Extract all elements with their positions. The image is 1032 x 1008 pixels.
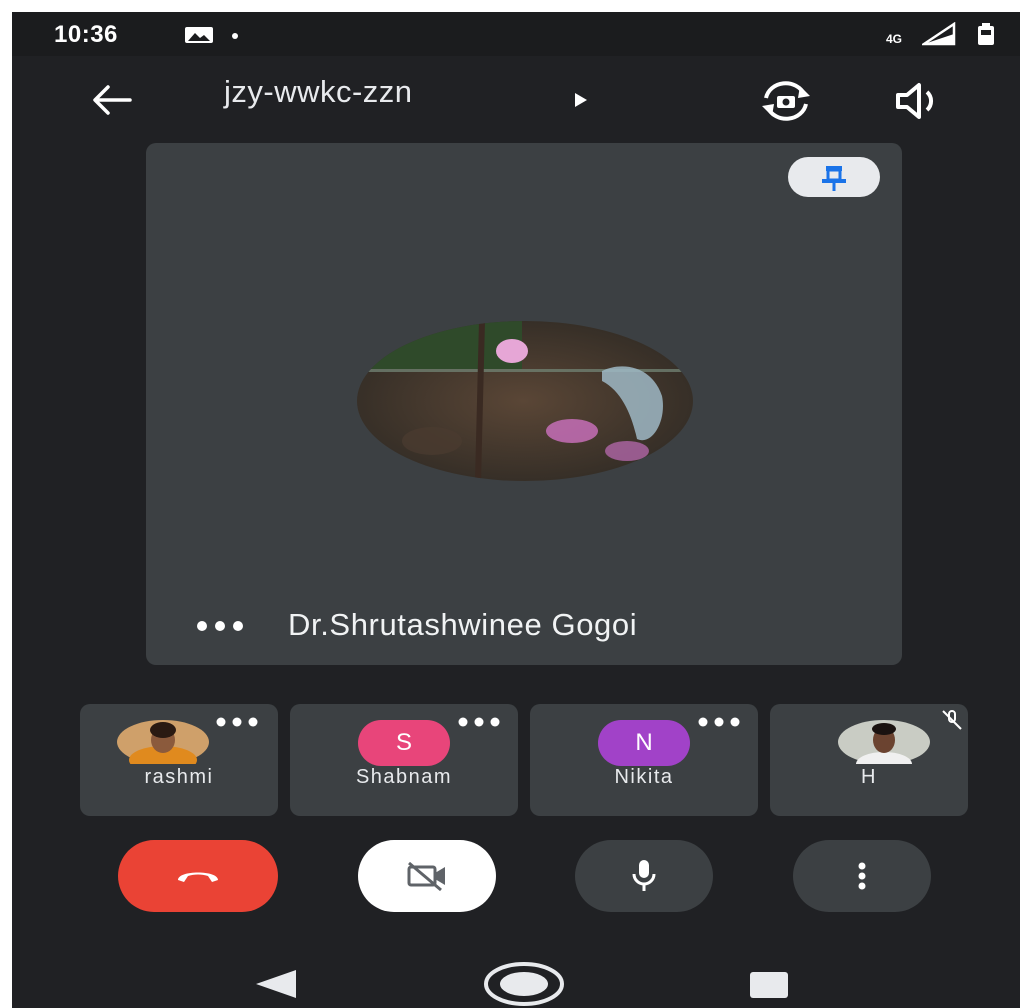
camera-switch-icon[interactable] [756, 76, 816, 126]
avatar [838, 720, 930, 764]
nav-home-icon[interactable] [482, 960, 566, 1008]
main-video-tile[interactable]: Dr.Shrutashwinee Gogoi [146, 143, 902, 665]
status-time: 10:36 [54, 21, 118, 48]
presenter-name: Dr.Shrutashwinee Gogoi [288, 607, 638, 642]
notification-dot [232, 33, 238, 39]
mic-off-icon [942, 710, 962, 730]
signal-icon [922, 22, 956, 46]
more-horizontal-icon[interactable] [194, 619, 246, 633]
presenter-avatar [357, 321, 693, 481]
camera-off-icon [407, 861, 445, 892]
more-horizontal-icon[interactable] [214, 716, 260, 728]
avatar: N [598, 720, 690, 766]
end-call-button[interactable] [118, 840, 278, 912]
network-type: 4G [886, 32, 903, 46]
more-vertical-icon [858, 862, 866, 890]
meeting-code[interactable]: jzy-wwkc-zzn [224, 74, 413, 110]
gallery-notification-icon [185, 27, 213, 43]
participant-name: rashmi [144, 766, 214, 788]
pin-button[interactable] [788, 157, 880, 197]
speaker-icon[interactable] [892, 78, 946, 124]
camera-toggle-button[interactable] [358, 840, 496, 912]
microphone-toggle-button[interactable] [575, 840, 713, 912]
battery-icon [978, 23, 994, 45]
participant-name: Shabnam [355, 766, 453, 788]
back-arrow-icon[interactable] [86, 74, 138, 126]
avatar: S [358, 720, 450, 766]
nav-back-icon[interactable] [254, 968, 298, 1000]
more-horizontal-icon[interactable] [696, 716, 742, 728]
end-call-icon [178, 872, 218, 882]
nav-recents-icon[interactable] [748, 970, 790, 1000]
microphone-icon [632, 860, 656, 891]
avatar [117, 720, 209, 764]
participant-name: H [861, 766, 877, 788]
play-arrow-icon[interactable] [574, 92, 588, 108]
more-options-button[interactable] [793, 840, 931, 912]
participant-tile-h[interactable]: H [770, 704, 968, 816]
more-horizontal-icon[interactable] [456, 716, 502, 728]
participant-tile-shabnam[interactable]: S Shabnam [290, 704, 518, 816]
status-bar: 10:36 4G [12, 12, 1020, 56]
pin-icon [822, 166, 846, 191]
participant-name: Nikita [614, 766, 674, 788]
participant-tile-rashmi[interactable]: rashmi [80, 704, 278, 816]
participant-tile-nikita[interactable]: N Nikita [530, 704, 758, 816]
meet-call-screen: 10:36 4G jzy-wwkc-zzn Dr.Shrutashwinee G… [12, 12, 1020, 1008]
